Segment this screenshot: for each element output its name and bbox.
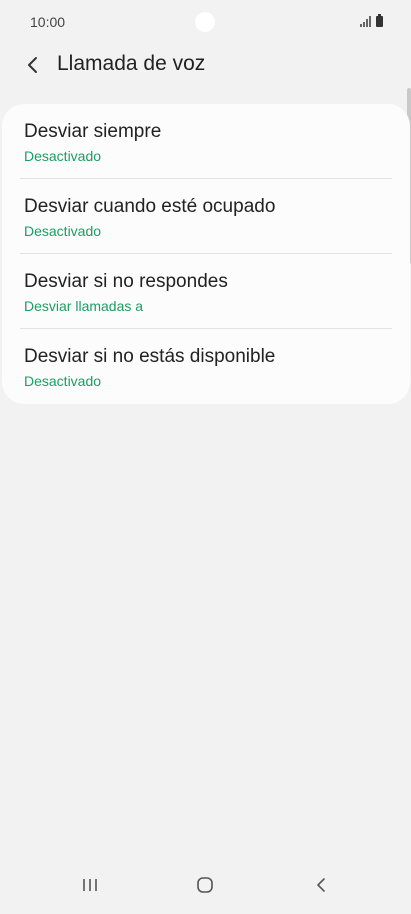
- setting-forward-always[interactable]: Desviar siempre Desactivado: [2, 104, 410, 179]
- home-button[interactable]: [190, 870, 220, 900]
- back-icon: [317, 878, 325, 892]
- status-bar: 10:00: [0, 0, 411, 44]
- setting-forward-no-answer[interactable]: Desviar si no respondes Desviar llamadas…: [2, 254, 410, 329]
- nav-back-button[interactable]: [306, 870, 336, 900]
- setting-status: Desactivado: [24, 223, 102, 239]
- navigation-bar: [0, 856, 411, 914]
- page-title: Llamada de voz: [57, 52, 206, 75]
- status-icons: [360, 14, 383, 27]
- setting-title: Desviar cuando esté ocupado: [24, 196, 276, 217]
- setting-title: Desviar si no estás disponible: [24, 346, 276, 367]
- battery-icon: [376, 14, 383, 27]
- chevron-left-icon: [28, 57, 37, 73]
- back-button[interactable]: [18, 50, 48, 80]
- setting-title: Desviar si no respondes: [24, 271, 228, 292]
- setting-forward-busy[interactable]: Desviar cuando esté ocupado Desactivado: [2, 179, 410, 254]
- setting-status: Desactivado: [24, 373, 102, 389]
- setting-title: Desviar siempre: [24, 121, 162, 142]
- recent-apps-icon: [83, 879, 97, 891]
- settings-card: Desviar siempre Desactivado Desviar cuan…: [2, 104, 410, 404]
- recent-apps-button[interactable]: [75, 870, 105, 900]
- app-header: Llamada de voz: [0, 44, 411, 88]
- camera-cutout: [195, 12, 215, 32]
- signal-icon: [360, 16, 371, 27]
- setting-forward-unreachable[interactable]: Desviar si no estás disponible Desactiva…: [2, 329, 410, 404]
- setting-status: Desactivado: [24, 148, 102, 164]
- home-icon: [197, 877, 213, 893]
- setting-status: Desviar llamadas a: [24, 298, 144, 314]
- status-time: 10:00: [30, 14, 66, 30]
